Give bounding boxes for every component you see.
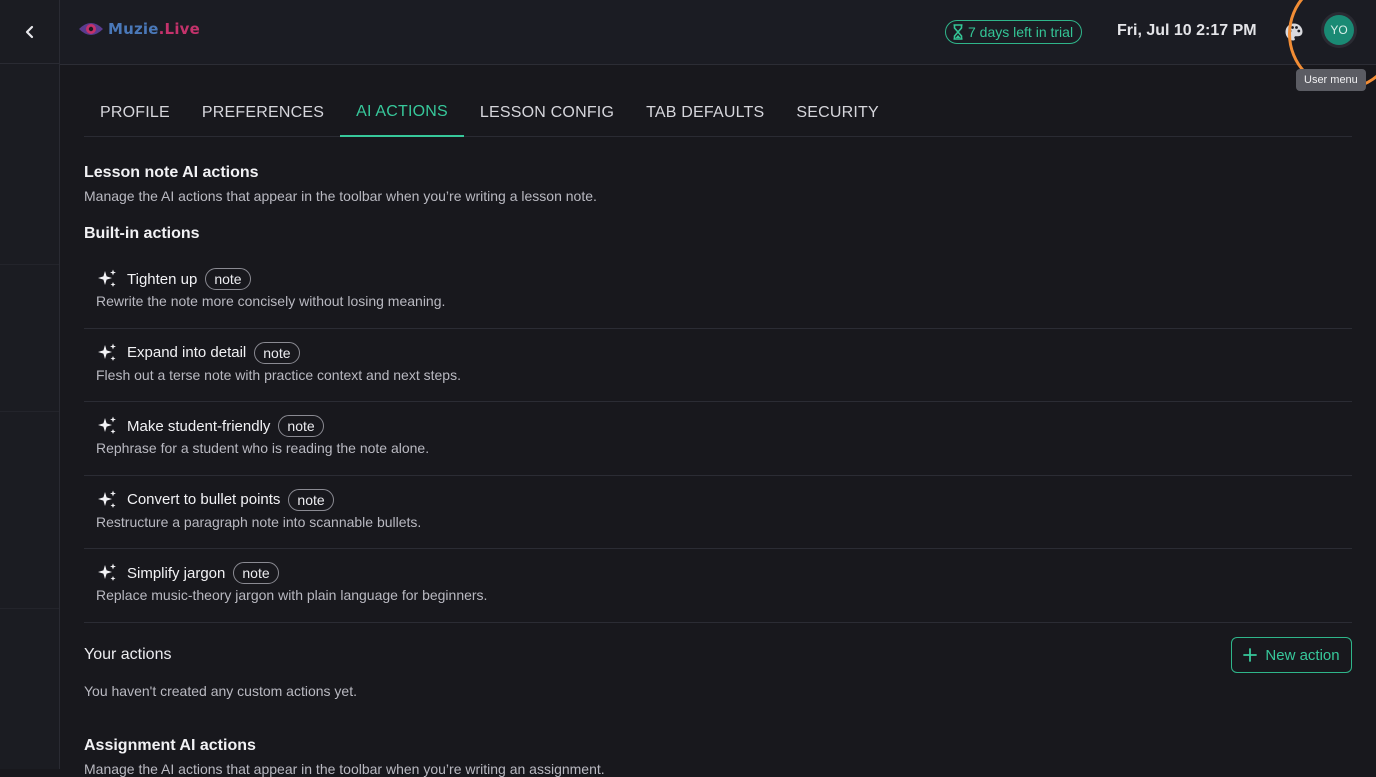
list-item[interactable]: Make student-friendly note Rephrase for … xyxy=(84,402,1352,476)
action-tag: note xyxy=(233,562,279,584)
tab-security[interactable]: SECURITY xyxy=(780,89,895,137)
trial-badge[interactable]: 7 days left in trial xyxy=(945,20,1083,44)
plus-icon xyxy=(1243,648,1258,662)
tab-ai-actions[interactable]: AI ACTIONS xyxy=(340,89,464,137)
list-item[interactable]: Expand into detail note Flesh out a ters… xyxy=(84,329,1352,402)
list-item[interactable]: Simplify jargon note Replace music-theor… xyxy=(84,549,1352,623)
assignment-section-description: Manage the AI actions that appear in the… xyxy=(84,761,605,777)
app-logo[interactable]: Muzie.Live xyxy=(78,19,200,39)
eye-logo-icon xyxy=(79,23,103,35)
chevron-left-icon xyxy=(25,25,33,38)
list-item[interactable]: Convert to bullet points note Restructur… xyxy=(84,476,1352,549)
your-actions-empty-text: You haven't created any custom actions y… xyxy=(84,683,357,699)
action-name: Tighten up xyxy=(127,270,198,288)
user-menu-tooltip: User menu xyxy=(1296,69,1366,91)
lesson-note-section-description: Manage the AI actions that appear in the… xyxy=(84,188,597,204)
new-action-button[interactable]: New action xyxy=(1231,637,1352,673)
action-name: Simplify jargon xyxy=(127,564,226,582)
collapse-sidebar-button[interactable] xyxy=(0,0,59,64)
trial-text: 7 days left in trial xyxy=(968,24,1074,40)
current-datetime: Fri, Jul 10 2:17 PM xyxy=(1117,22,1257,39)
action-name: Convert to bullet points xyxy=(127,491,281,508)
list-item[interactable]: Tighten up note Rewrite the note more co… xyxy=(84,255,1352,329)
tab-tab-defaults[interactable]: TAB DEFAULTS xyxy=(630,89,780,137)
hourglass-icon xyxy=(953,24,963,40)
tab-preferences[interactable]: PREFERENCES xyxy=(186,89,340,137)
action-tag: note xyxy=(278,415,324,437)
builtin-actions-list: Tighten up note Rewrite the note more co… xyxy=(84,255,1352,623)
sparkles-icon xyxy=(98,269,116,287)
rail-divider xyxy=(0,608,59,609)
settings-tabs: PROFILE PREFERENCES AI ACTIONS LESSON CO… xyxy=(84,89,1352,137)
sparkles-icon xyxy=(98,416,116,434)
sparkles-icon xyxy=(98,563,116,581)
assignment-section-title: Assignment AI actions xyxy=(84,737,256,754)
builtin-actions-title: Built-in actions xyxy=(84,225,200,242)
action-description: Replace music-theory jargon with plain l… xyxy=(96,587,488,603)
logo-text: Muzie.Live xyxy=(108,20,201,38)
tab-profile[interactable]: PROFILE xyxy=(84,89,186,137)
new-action-label: New action xyxy=(1265,646,1340,664)
action-name: Expand into detail xyxy=(127,344,247,361)
action-description: Rewrite the note more concisely without … xyxy=(96,293,446,309)
action-description: Restructure a paragraph note into scanna… xyxy=(96,513,422,530)
sparkles-icon xyxy=(98,490,116,508)
action-description: Rephrase for a student who is reading th… xyxy=(96,440,430,456)
lesson-note-section-title: Lesson note AI actions xyxy=(84,164,259,181)
top-header: Muzie.Live 7 days left in trial Fri, Jul… xyxy=(60,0,1376,91)
tab-lesson-config[interactable]: LESSON CONFIG xyxy=(464,89,630,137)
rail-divider xyxy=(0,411,59,412)
action-description: Flesh out a terse note with practice con… xyxy=(96,366,461,383)
sparkles-icon xyxy=(98,343,116,361)
rail-divider xyxy=(0,264,59,265)
action-tag: note xyxy=(288,488,334,511)
action-tag: note xyxy=(205,268,251,290)
action-name: Make student-friendly xyxy=(127,417,271,435)
left-rail xyxy=(0,0,60,769)
action-tag: note xyxy=(254,341,300,364)
your-actions-title: Your actions xyxy=(84,646,172,663)
